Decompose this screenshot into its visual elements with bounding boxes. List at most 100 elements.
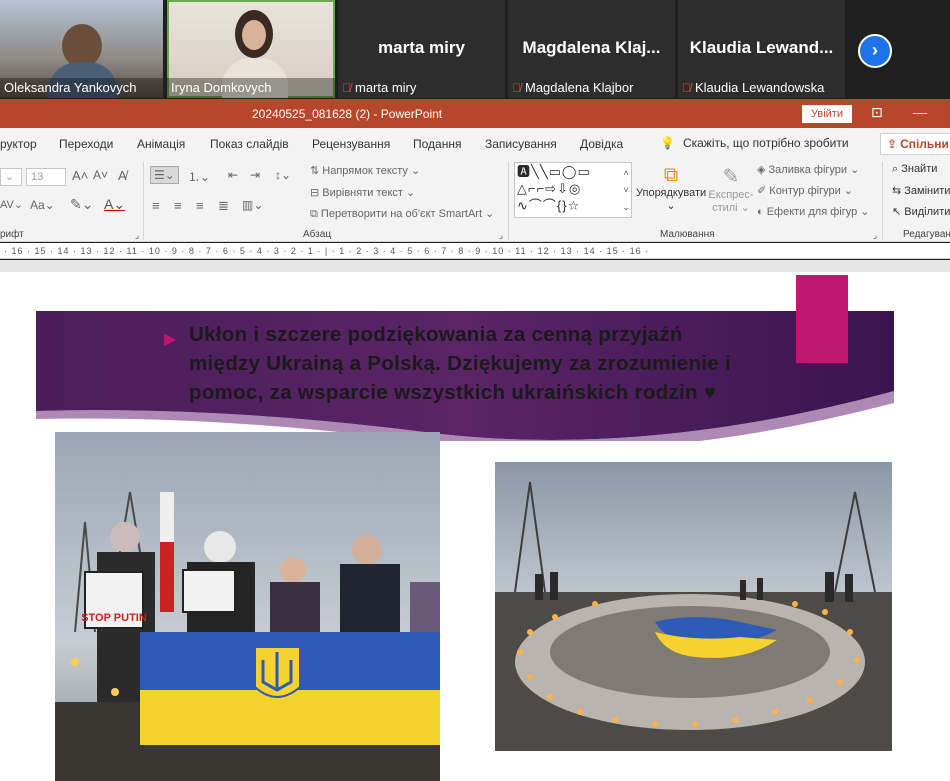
participant-tile-oleksandra[interactable]: Oleksandra Yankovych [0,0,163,98]
select-label: Виділити [904,206,950,218]
tab-help[interactable]: Довідка [580,137,623,151]
find-button[interactable]: ⌕ Знайти [892,163,937,176]
quick-styles-label-2: стилі [712,202,738,214]
shape-effects-button[interactable]: ◐ Ефекти для фігур ⌄ [757,205,870,218]
font-color-icon[interactable]: A⌄ [104,196,125,213]
participant-tile-magdalena[interactable]: Magdalena Klaj... 🎙̸ Magdalena Klajbor [508,0,675,98]
text-direction-label: Напрямок тексту [322,165,408,177]
align-right-icon[interactable]: ≡ [196,198,204,213]
tab-transitions[interactable]: Переходи [59,137,113,151]
chevron-right-icon: › [872,40,878,60]
tab-review[interactable]: Рецензування [312,137,390,151]
shapes-row-2: △⌐⌐⇨⇩◎ [517,181,582,196]
photo-protest-flag[interactable]: STOP PUTIN [55,432,440,781]
replace-button[interactable]: ⇆ Замінити [892,184,950,197]
chevron-down-icon: ⌄ [666,200,676,212]
shapes-gallery[interactable]: 🅰╲╲▭◯▭ △⌐⌐⇨⇩◎ ∿⌒⌒{}☆ [514,162,632,218]
shape-fill-button[interactable]: ◈ Заливка фігури ⌄ [757,163,859,176]
tell-me-search[interactable]: 💡 Скажіть, що потрібно зробити [660,136,849,150]
clear-formatting-icon[interactable]: A̸ [118,168,127,183]
char-spacing-icon[interactable]: AV⌄ [0,198,23,211]
gallery-more-icon[interactable]: ⌄ [619,200,633,214]
editing-group-label: Редагування [903,229,950,240]
align-left-icon[interactable]: ≡ [152,198,160,213]
powerpoint-titlebar: 20240525_081628 (2) - PowerPoint Увійти … [0,99,950,128]
photo-candle-vigil[interactable] [495,462,892,751]
columns-icon[interactable]: ▥⌄ [242,198,263,212]
minimize-icon[interactable]: — [913,104,927,120]
ribbon-tabs: руктор Переходи Анімація Показ слайдів Р… [0,128,950,158]
slide[interactable]: ▶ Ukłon i szczere podziękowania za cenną… [0,272,950,781]
justify-icon[interactable]: ≣ [218,198,229,214]
quick-styles-icon: ✎ [722,166,740,188]
mic-muted-icon: 🎙̸ [342,81,351,95]
font-size-combo[interactable]: 13 [26,168,66,186]
tab-design[interactable]: руктор [0,137,37,151]
increase-indent-icon[interactable]: ⇥ [250,168,260,182]
mic-muted-icon: 🎙̸ [512,81,521,95]
align-text-label: Вирівняти текст [322,187,403,199]
paragraph-group-label: Абзац [303,229,332,240]
decrease-font-icon[interactable]: A˅ [93,168,108,182]
tab-recording[interactable]: Записування [485,137,557,151]
font-size-value: 13 [31,171,44,183]
window-title: 20240525_081628 (2) - PowerPoint [252,107,443,121]
quick-styles-label: Експрес- [708,189,754,201]
participant-tile-marta[interactable]: marta miry 🎙̸ marta miry [338,0,505,98]
increase-font-icon[interactable]: A˄ [72,168,88,183]
tab-slideshow[interactable]: Показ слайдів [210,137,289,151]
tab-view[interactable]: Подання [413,137,461,151]
dialog-launcher-icon[interactable]: ⌟ [130,228,144,242]
align-text-icon: ⊟ [310,187,323,199]
participant-tile-klaudia[interactable]: Klaudia Lewand... 🎙̸ Klaudia Lewandowska [678,0,845,98]
participant-name: Iryna Domkovych [167,78,335,98]
arrange-label: Упорядкувати [636,187,707,199]
tab-animations[interactable]: Анімація [137,137,185,151]
participant-tile-iryna[interactable]: Iryna Domkovych [167,0,335,98]
participant-name-bar: 🎙̸ Magdalena Klajbor [508,78,675,98]
decrease-indent-icon[interactable]: ⇤ [228,168,238,182]
share-button[interactable]: ⇪ Спільни [880,133,950,155]
participant-name: Magdalena Klajbor [525,80,634,95]
select-button[interactable]: ↖ Виділити [892,205,950,218]
chevron-down-icon: ⌄ [5,171,15,183]
numbering-icon[interactable]: ⒈⌄ [188,168,210,185]
gallery-scroll-down-icon[interactable]: ˅ [619,183,633,197]
quick-styles-button[interactable]: ✎ Експрес-стилі ⌄ [708,164,754,214]
align-center-icon[interactable]: ≡ [174,198,182,213]
protest-photo-graphic: STOP PUTIN [55,432,440,781]
participant-display-name: Klaudia Lewand... [689,38,834,57]
replace-icon: ⇆ [892,185,905,197]
participant-name-bar: 🎙̸ marta miry [338,78,505,98]
dialog-launcher-icon[interactable]: ⌟ [494,228,508,242]
bullets-icon[interactable]: ☰⌄ [150,166,179,184]
convert-smartart-button[interactable]: ⧉ Перетворити на об'єкт SmartArt ⌄ [310,207,494,221]
ribbon-display-options-icon[interactable]: ⊡ [871,104,883,121]
tell-me-label: Скажіть, що потрібно зробити [682,136,849,150]
slide-message-text[interactable]: Ukłon i szczere podziękowania za cenną p… [189,320,749,407]
next-participants-button[interactable]: › [858,34,892,68]
dialog-launcher-icon[interactable]: ⌟ [868,228,882,242]
group-separator [882,162,883,240]
shape-outline-button[interactable]: ✐ Контур фігури ⌄ [757,184,853,197]
change-case-icon[interactable]: Aa⌄ [30,198,55,212]
line-spacing-icon[interactable]: ↕⌄ [275,168,291,182]
highlight-icon[interactable]: ✎⌄ [70,196,93,213]
mic-muted-icon: 🎙̸ [682,81,691,95]
group-separator [508,162,509,240]
accent-rectangle [796,275,848,363]
align-text-button[interactable]: ⊟ Вирівняти текст ⌄ [310,186,415,199]
font-group-label: рифт [0,229,24,240]
horizontal-ruler: · 16 · 15 · 14 · 13 · 12 · 11 · 10 · 9 ·… [0,243,950,259]
font-name-combo[interactable]: ⌄ [0,168,22,186]
lightbulb-icon: 💡 [660,136,675,150]
arrange-button[interactable]: ⧉ Упорядкувати ⌄ [636,164,706,212]
participant-display-name: Magdalena Klaj... [522,38,661,57]
shape-outline-label: Контур фігури [769,185,841,197]
gallery-scroll-up-icon[interactable]: ˄ [619,166,633,180]
slide-canvas: ▶ Ukłon i szczere podziękowania za cenną… [0,260,950,781]
sign-in-button[interactable]: Увійти [802,105,852,123]
find-label: Знайти [901,163,938,175]
share-icon: ⇪ [887,137,898,151]
text-direction-button[interactable]: ⇅ Напрямок тексту ⌄ [310,164,420,177]
